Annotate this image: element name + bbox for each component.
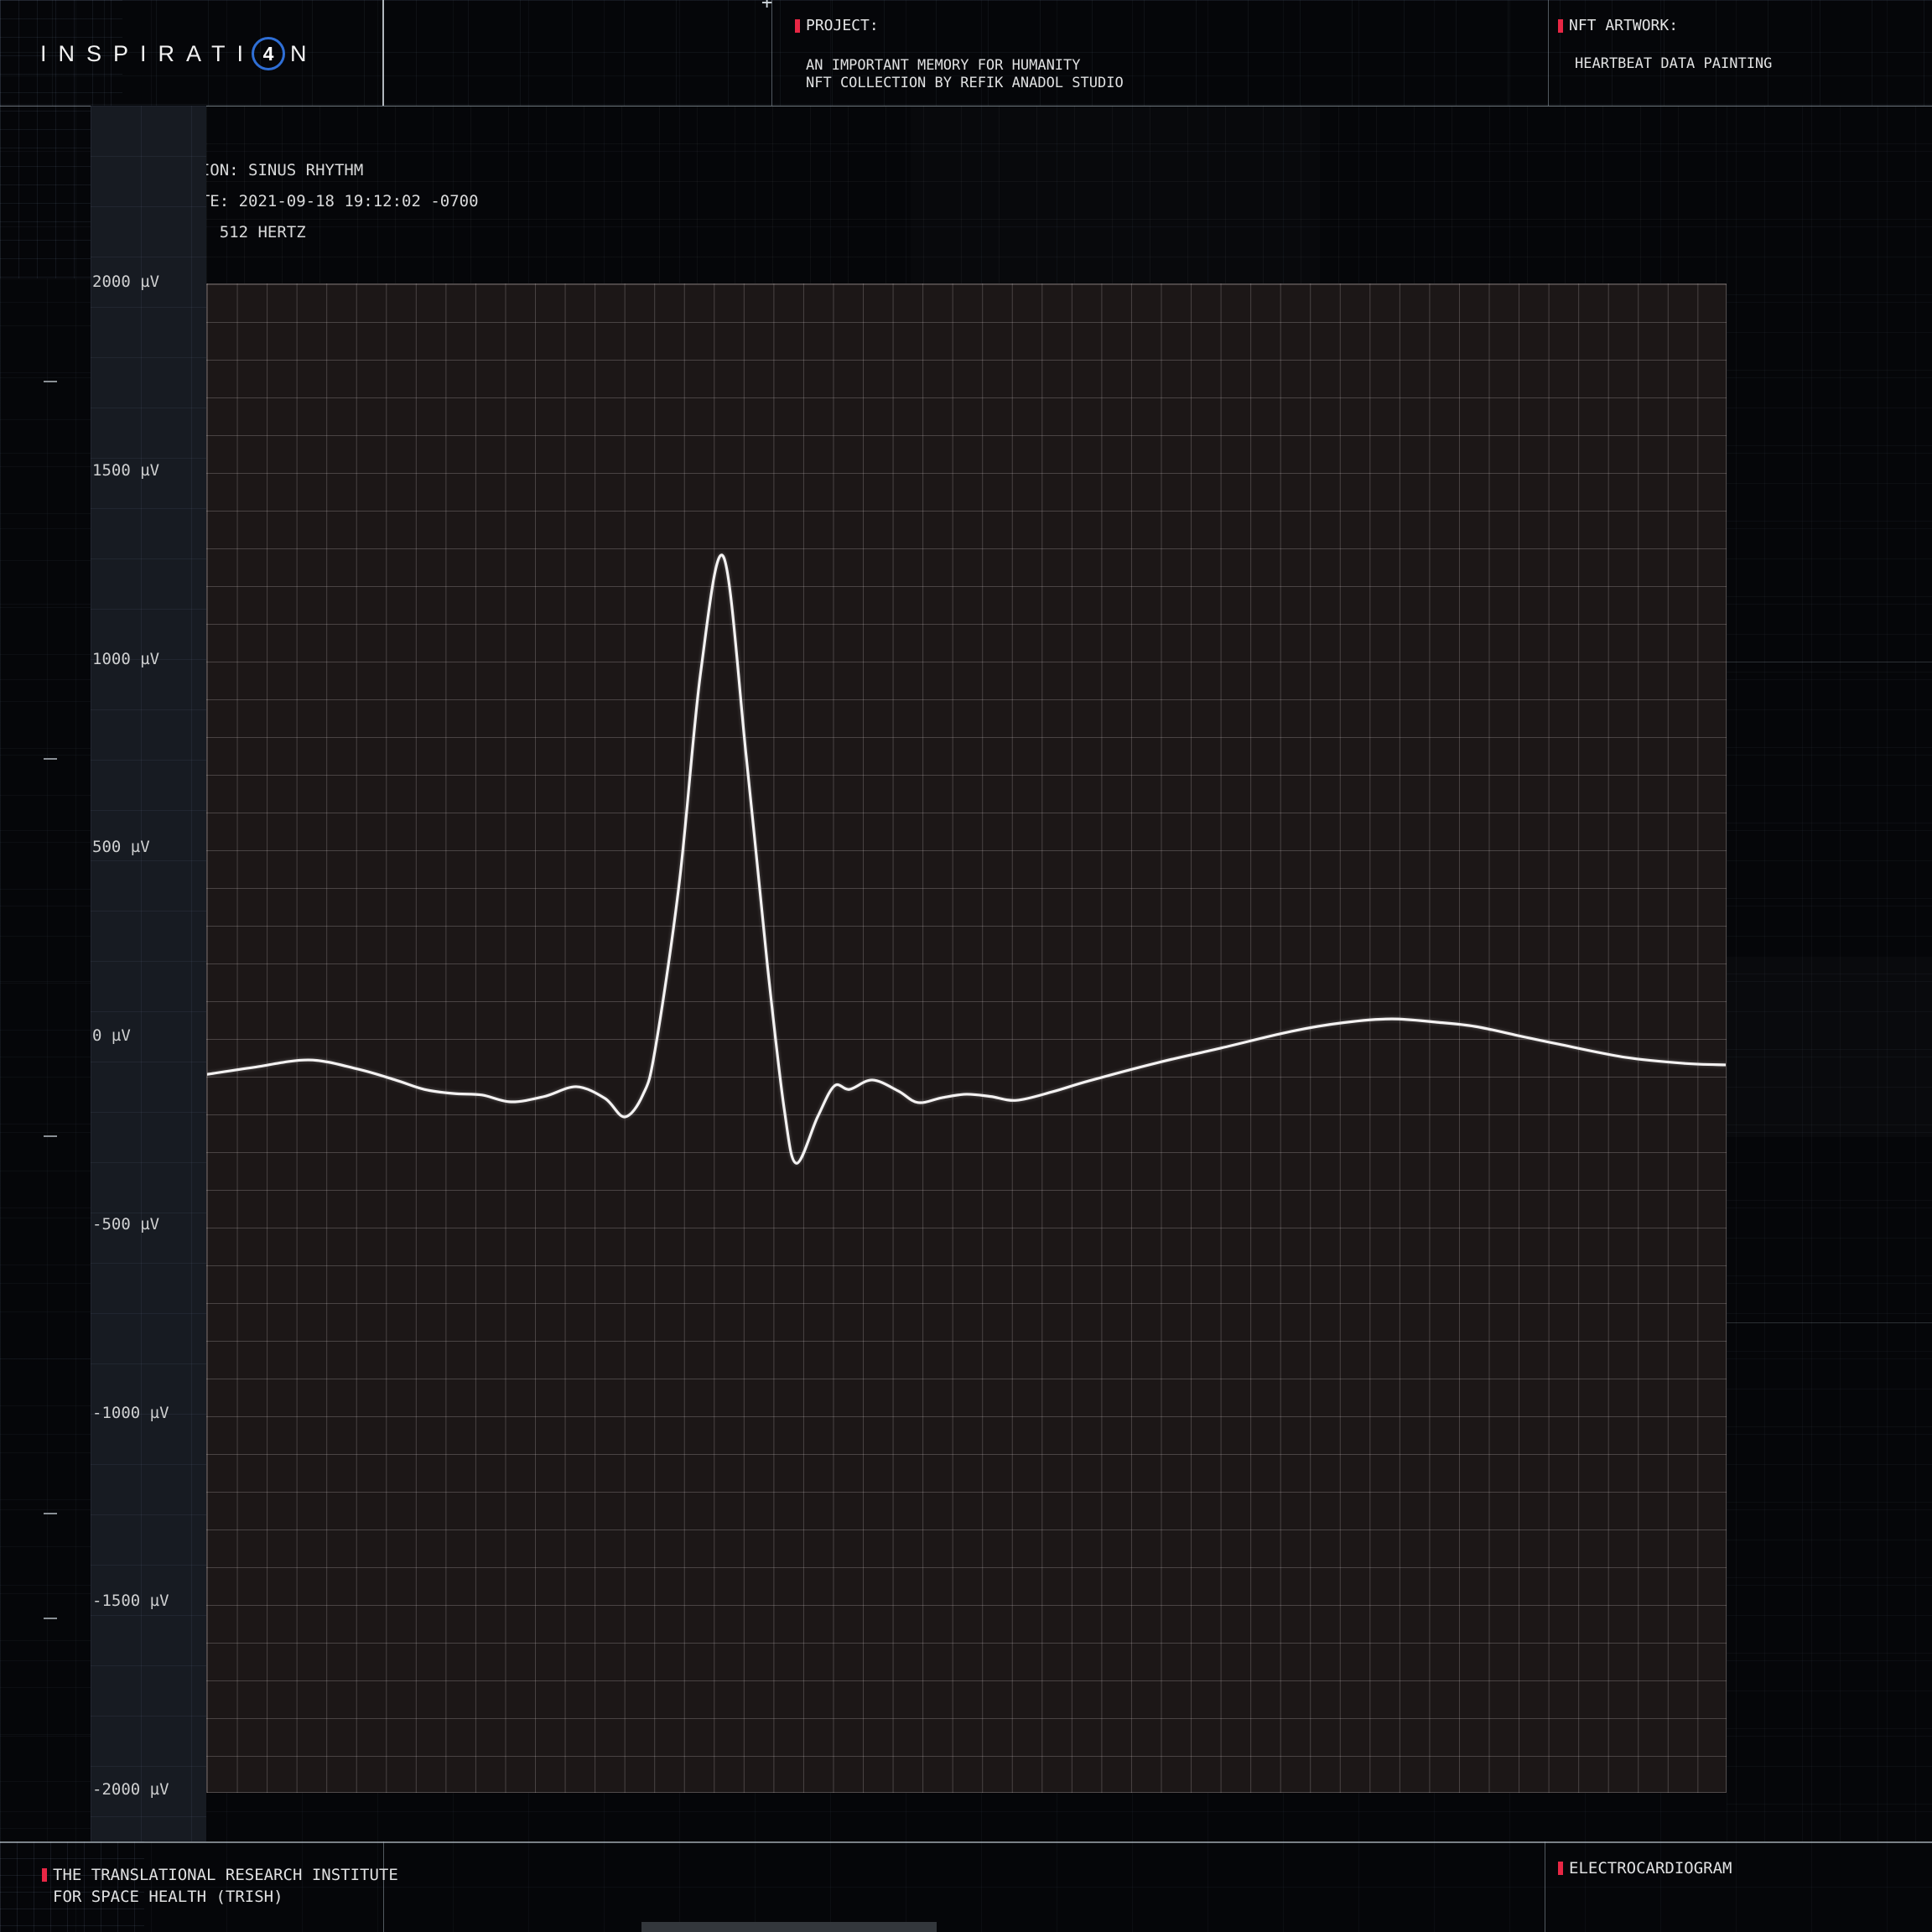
artwork-title: HEARTBEAT DATA PAINTING [1575, 55, 1772, 73]
background-panel-right [1727, 957, 1932, 1137]
y-axis-label: 1000 µV [92, 650, 159, 672]
inspiration4-logo: INSPIRATI 4 N [40, 37, 319, 70]
axis-edge-tick [44, 1618, 57, 1619]
project-label: PROJECT: [806, 17, 879, 34]
artwork-block: NFT ARTWORK: [1558, 17, 1678, 34]
trish-credit-block: THE TRANSLATIONAL RESEARCH INSTITUTE FOR … [42, 1864, 398, 1908]
red-marker-icon [42, 1868, 47, 1882]
y-axis-panel [91, 106, 206, 1841]
logo-number: 4 [263, 43, 274, 65]
y-axis-label: -2000 µV [92, 1780, 169, 1802]
logo-number-circle: 4 [252, 37, 285, 70]
y-axis-label: -500 µV [92, 1215, 159, 1237]
ecg-plot-area [206, 283, 1727, 1793]
electrocardiogram-label-block: ELECTROCARDIOGRAM [1558, 1857, 1732, 1879]
header-vertical-divider [1548, 0, 1549, 106]
trish-line-1: THE TRANSLATIONAL RESEARCH INSTITUTE [53, 1866, 398, 1884]
bottom-edge-strip [641, 1922, 937, 1932]
red-marker-icon [1558, 19, 1563, 33]
y-axis-label: -1000 µV [92, 1404, 169, 1426]
red-marker-icon [795, 19, 800, 33]
project-description: AN IMPORTANT MEMORY FOR HUMANITYNFT COLL… [806, 57, 1124, 92]
axis-edge-tick [44, 1513, 57, 1514]
axis-edge-tick [44, 381, 57, 382]
background-grid-right-margin [1727, 106, 1932, 1841]
header-vertical-divider [382, 0, 384, 106]
ecg-trace-line [207, 555, 1726, 1163]
project-line-2: NFT COLLECTION BY REFIK ANADOL STUDIO [806, 75, 1124, 91]
ecg-chart-svg [207, 284, 1726, 1792]
background-panel-top [911, 106, 1320, 283]
footer-divider-line [0, 1841, 1932, 1843]
y-axis-label: 0 µV [92, 1026, 131, 1048]
axis-edge-tick [44, 1135, 57, 1137]
project-block: PROJECT: [795, 17, 879, 34]
red-marker-icon [1558, 1862, 1563, 1875]
logo-text-right: N [290, 41, 319, 67]
artwork-label: NFT ARTWORK: [1569, 17, 1678, 34]
y-axis-label: 500 µV [92, 838, 150, 860]
logo-text-left: INSPIRATI [40, 41, 255, 67]
crosshair-marker: + [761, 0, 772, 13]
nft-artwork-canvas: + INSPIRATI 4 N PROJECT: AN IMPORTANT ME… [0, 0, 1932, 1932]
divider-line [1727, 1322, 1932, 1323]
background-grid-left-margin [0, 278, 91, 1841]
axis-edge-tick [44, 758, 57, 760]
trish-line-2: FOR SPACE HEALTH (TRISH) [53, 1888, 283, 1906]
electrocardiogram-label: ELECTROCARDIOGRAM [1569, 1857, 1732, 1879]
y-axis-label: 2000 µV [92, 273, 159, 294]
y-axis-label: -1500 µV [92, 1592, 169, 1613]
header-vertical-divider [771, 0, 772, 106]
y-axis-label: 1500 µV [92, 461, 159, 483]
project-line-1: AN IMPORTANT MEMORY FOR HUMANITY [806, 57, 1081, 74]
